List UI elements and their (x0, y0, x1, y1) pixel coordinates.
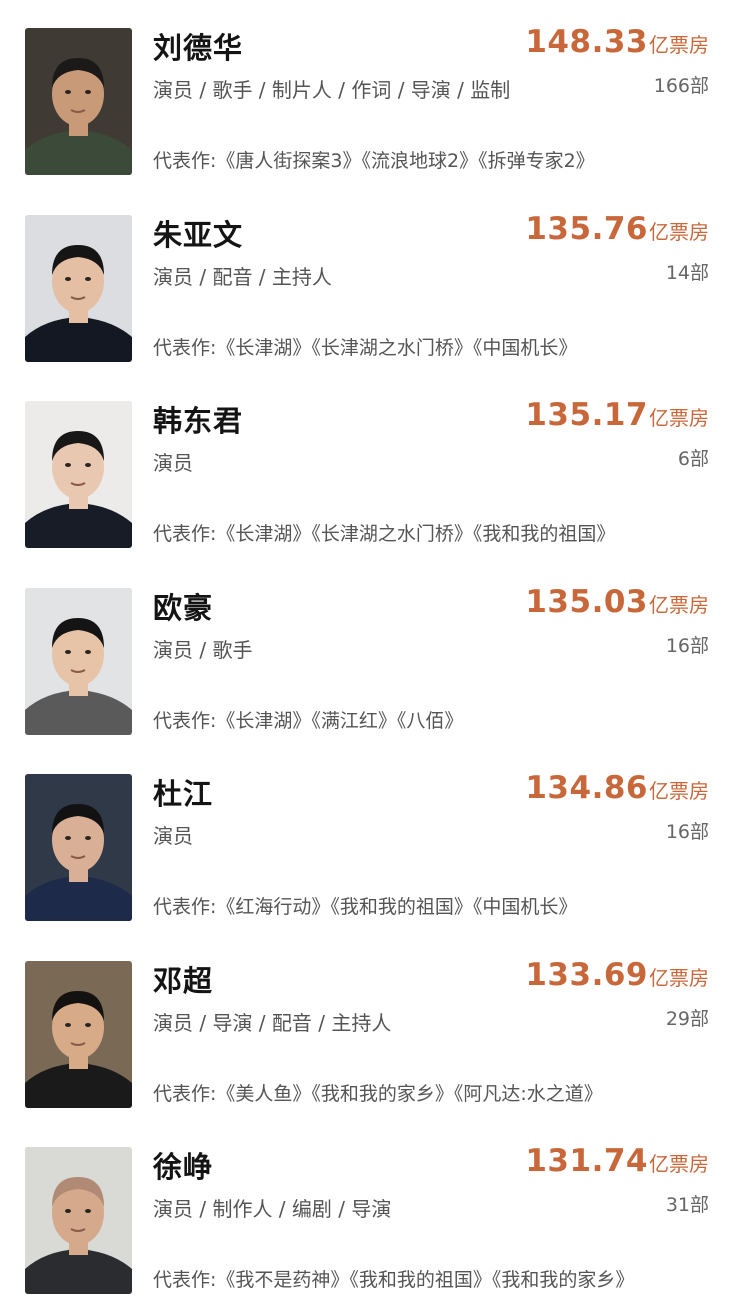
box-office-total: 131.74亿票房 (525, 1143, 709, 1179)
portrait-illustration (25, 401, 132, 548)
actor-roles: 演员 (153, 451, 193, 475)
box-office-value: 148.33 (525, 24, 648, 60)
actor-name: 欧豪 (153, 590, 214, 625)
box-office-value: 135.76 (525, 210, 648, 247)
list-item[interactable]: 朱亚文 演员 / 配音 / 主持人 135.76亿票房 14部 代表作:《长津湖… (0, 187, 736, 374)
representative-works: 代表作:《红海行动》《我和我的祖国》《中国机长》 (153, 896, 578, 918)
box-office-total: 134.86亿票房 (525, 770, 709, 806)
actor-photo[interactable] (25, 587, 132, 735)
representative-works: 代表作:《我不是药神》《我和我的祖国》《我和我的家乡》 (153, 1269, 635, 1291)
list-item[interactable]: 刘德华 演员 / 歌手 / 制片人 / 作词 / 导演 / 监制 148.33亿… (0, 0, 736, 187)
actor-roles: 演员 / 导演 / 配音 / 主持人 (153, 1010, 392, 1035)
box-office-unit: 亿票房 (649, 406, 709, 430)
box-office-unit: 亿票房 (649, 219, 709, 244)
actor-name: 杜江 (153, 777, 214, 811)
film-count: 6部 (677, 448, 709, 470)
film-count: 29部 (665, 1007, 709, 1030)
film-count: 16部 (665, 634, 709, 657)
film-count: 14部 (665, 261, 709, 284)
actor-roles: 演员 / 歌手 / 制片人 / 作词 / 导演 / 监制 (153, 78, 511, 102)
portrait-illustration (25, 214, 132, 362)
actor-photo[interactable] (25, 28, 132, 175)
box-office-total: 148.33亿票房 (525, 24, 709, 60)
box-office-unit: 亿票房 (649, 592, 709, 617)
actor-photo[interactable] (25, 960, 132, 1108)
box-office-value: 131.74 (525, 1143, 648, 1179)
box-office-total: 135.17亿票房 (525, 397, 709, 433)
actor-box-office-list: 刘德华 演员 / 歌手 / 制片人 / 作词 / 导演 / 监制 148.33亿… (0, 0, 736, 1306)
portrait-illustration (25, 28, 132, 175)
box-office-value: 134.86 (525, 770, 648, 806)
list-item[interactable]: 徐峥 演员 / 制作人 / 编剧 / 导演 131.74亿票房 31部 代表作:… (0, 1119, 736, 1306)
portrait-illustration (25, 960, 132, 1108)
list-item[interactable]: 欧豪 演员 / 歌手 135.03亿票房 16部 代表作:《长津湖》《满江红》《… (0, 560, 736, 747)
portrait-illustration (25, 774, 132, 921)
actor-photo[interactable] (25, 1147, 132, 1294)
box-office-unit: 亿票房 (649, 779, 709, 803)
box-office-total: 133.69亿票房 (525, 957, 709, 993)
actor-name: 朱亚文 (153, 217, 244, 252)
representative-works: 代表作:《美人鱼》《我和我的家乡》《阿凡达:水之道》 (153, 1082, 603, 1105)
box-office-unit: 亿票房 (649, 1152, 709, 1176)
box-office-unit: 亿票房 (649, 965, 709, 990)
actor-name: 邓超 (153, 963, 214, 998)
list-item[interactable]: 邓超 演员 / 导演 / 配音 / 主持人 133.69亿票房 29部 代表作:… (0, 933, 736, 1120)
representative-works: 代表作:《唐人街探案3》《流浪地球2》《拆弹专家2》 (153, 150, 595, 172)
film-count: 31部 (665, 1194, 709, 1216)
representative-works: 代表作:《长津湖》《长津湖之水门桥》《中国机长》 (153, 336, 578, 359)
box-office-unit: 亿票房 (649, 33, 709, 57)
actor-photo[interactable] (25, 214, 132, 362)
box-office-total: 135.76亿票房 (525, 211, 709, 247)
representative-works: 代表作:《长津湖》《长津湖之水门桥》《我和我的祖国》 (153, 523, 616, 545)
representative-works: 代表作:《长津湖》《满江红》《八佰》 (153, 709, 464, 732)
box-office-value: 133.69 (525, 956, 648, 993)
actor-roles: 演员 / 歌手 (153, 637, 253, 662)
actor-name: 韩东君 (153, 404, 244, 438)
actor-roles: 演员 / 配音 / 主持人 (153, 264, 332, 289)
portrait-illustration (25, 587, 132, 735)
list-item[interactable]: 杜江 演员 134.86亿票房 16部 代表作:《红海行动》《我和我的祖国》《中… (0, 746, 736, 933)
actor-name: 徐峥 (153, 1150, 214, 1184)
film-count: 166部 (653, 75, 709, 97)
portrait-illustration (25, 1147, 132, 1294)
film-count: 16部 (665, 821, 709, 843)
actor-photo[interactable] (25, 774, 132, 921)
actor-roles: 演员 (153, 824, 193, 848)
box-office-value: 135.03 (525, 583, 648, 620)
actor-roles: 演员 / 制作人 / 编剧 / 导演 (153, 1197, 392, 1221)
list-item[interactable]: 韩东君 演员 135.17亿票房 6部 代表作:《长津湖》《长津湖之水门桥》《我… (0, 373, 736, 560)
actor-name: 刘德华 (153, 31, 244, 65)
box-office-total: 135.03亿票房 (525, 584, 709, 620)
box-office-value: 135.17 (525, 397, 648, 433)
actor-photo[interactable] (25, 401, 132, 548)
